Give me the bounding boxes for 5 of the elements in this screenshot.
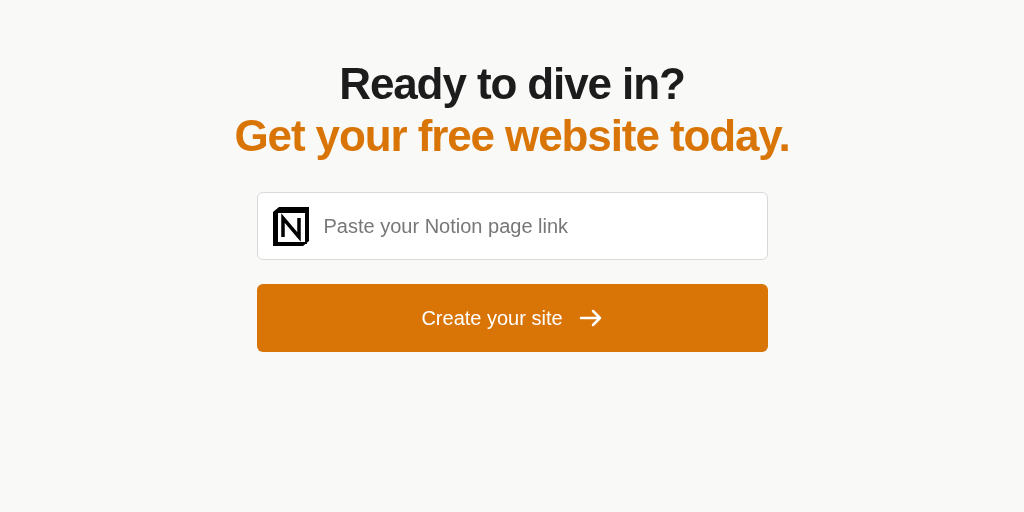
create-site-button[interactable]: Create your site bbox=[256, 284, 768, 352]
link-field[interactable]: Paste your Notion page link bbox=[256, 192, 768, 260]
arrow-right-icon bbox=[578, 309, 603, 327]
heading: Ready to dive in? bbox=[339, 58, 685, 110]
subheading: Get your free website today. bbox=[234, 110, 790, 162]
